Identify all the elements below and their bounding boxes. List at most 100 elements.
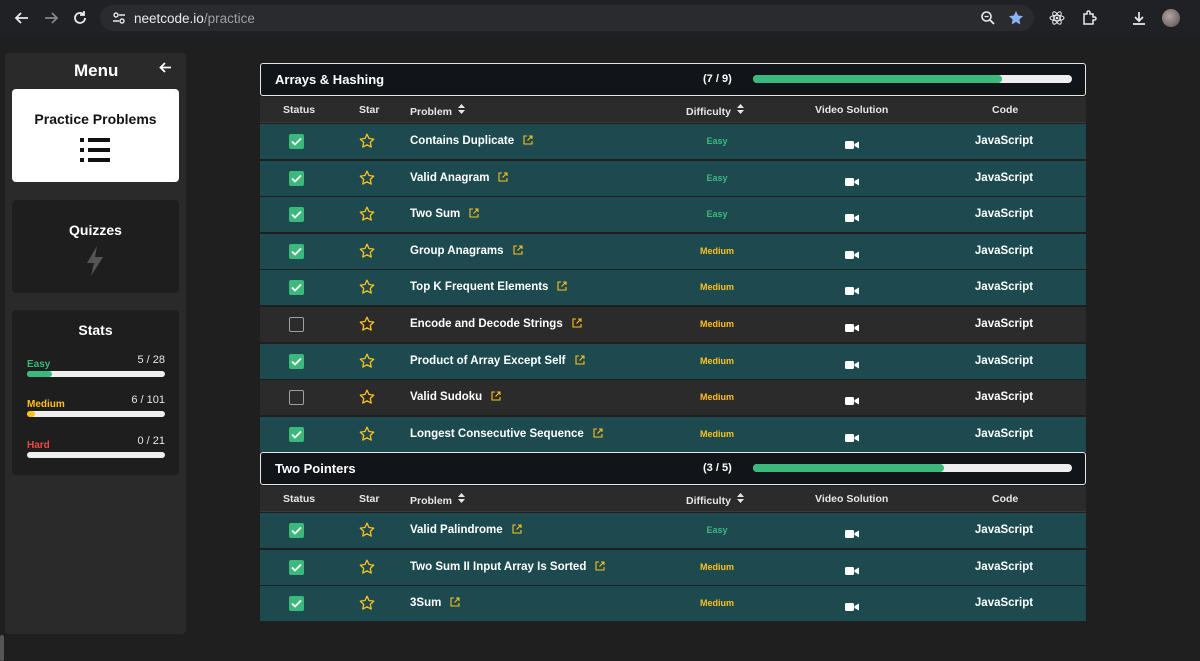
code-link[interactable]: JavaScript xyxy=(960,391,1048,403)
star-icon[interactable] xyxy=(359,170,375,191)
external-link-icon[interactable] xyxy=(574,355,585,368)
code-link[interactable]: JavaScript xyxy=(960,524,1048,536)
sort-icon[interactable] xyxy=(736,493,744,505)
problem-header[interactable]: Problem xyxy=(410,493,466,507)
problem-link[interactable]: Top K Frequent Elements xyxy=(410,281,568,294)
video-camera-icon[interactable] xyxy=(845,563,859,581)
forward-arrow-icon[interactable] xyxy=(37,4,65,32)
problem-link[interactable]: Valid Sudoku xyxy=(410,391,501,404)
site-info-icon[interactable] xyxy=(108,11,130,25)
star-icon[interactable] xyxy=(359,426,375,447)
difficulty-label: Easy xyxy=(706,525,728,535)
download-icon[interactable] xyxy=(1128,7,1150,29)
problem-link[interactable]: Product of Array Except Self xyxy=(410,355,585,368)
problem-header[interactable]: Problem xyxy=(410,104,466,118)
code-link[interactable]: JavaScript xyxy=(960,208,1048,220)
video-camera-icon[interactable] xyxy=(845,247,859,265)
external-link-icon[interactable] xyxy=(469,208,479,221)
collapse-arrow-icon[interactable] xyxy=(159,61,172,79)
section-header[interactable]: Arrays & Hashing (7 / 9) xyxy=(260,63,1086,96)
external-link-icon[interactable] xyxy=(523,135,533,148)
code-link[interactable]: JavaScript xyxy=(960,281,1048,293)
problem-link[interactable]: Valid Anagram xyxy=(410,172,509,185)
external-link-icon[interactable] xyxy=(450,597,460,610)
scrollbar[interactable] xyxy=(0,635,4,661)
star-icon[interactable] xyxy=(359,243,375,264)
problem-link[interactable]: Valid Palindrome xyxy=(410,524,522,537)
react-devtools-icon[interactable] xyxy=(1046,7,1068,29)
problem-row: Two Sum Easy JavaScript xyxy=(260,197,1086,234)
problem-link[interactable]: Encode and Decode Strings xyxy=(410,318,582,331)
problem-link[interactable]: Two Sum II Input Array Is Sorted xyxy=(410,561,605,574)
code-link[interactable]: JavaScript xyxy=(960,135,1048,147)
sort-icon[interactable] xyxy=(458,493,466,505)
external-link-icon[interactable] xyxy=(557,281,568,294)
problem-link[interactable]: Longest Consecutive Sequence xyxy=(410,428,603,441)
status-checkbox[interactable] xyxy=(289,170,304,186)
video-camera-icon[interactable] xyxy=(845,283,859,301)
status-checkbox[interactable] xyxy=(289,523,304,538)
video-camera-icon[interactable] xyxy=(845,430,859,448)
zoom-icon[interactable] xyxy=(978,8,998,28)
status-checkbox[interactable] xyxy=(289,134,304,149)
address-bar[interactable]: neetcode.io/practice xyxy=(100,5,1034,31)
status-checkbox[interactable] xyxy=(289,426,304,442)
video-camera-icon[interactable] xyxy=(845,393,859,411)
status-checkbox[interactable] xyxy=(289,317,304,332)
status-checkbox[interactable] xyxy=(289,559,304,575)
external-link-icon[interactable] xyxy=(593,428,603,441)
external-link-icon[interactable] xyxy=(595,561,605,574)
reload-icon[interactable] xyxy=(66,4,94,32)
video-camera-icon[interactable] xyxy=(845,137,859,155)
video-camera-icon[interactable] xyxy=(845,320,859,338)
star-icon[interactable] xyxy=(359,595,375,616)
star-icon[interactable] xyxy=(359,389,375,410)
external-link-icon[interactable] xyxy=(491,391,501,404)
status-checkbox[interactable] xyxy=(289,596,304,612)
status-checkbox[interactable] xyxy=(289,353,304,369)
back-arrow-icon[interactable] xyxy=(8,4,36,32)
sort-icon[interactable] xyxy=(458,104,466,116)
status-checkbox[interactable] xyxy=(289,207,304,223)
video-camera-icon[interactable] xyxy=(845,357,859,375)
star-icon[interactable] xyxy=(359,206,375,227)
extensions-puzzle-icon[interactable] xyxy=(1078,7,1100,29)
video-camera-icon[interactable] xyxy=(845,599,859,617)
external-link-icon[interactable] xyxy=(512,245,523,258)
difficulty-header[interactable]: Difficulty xyxy=(686,493,744,507)
video-camera-icon[interactable] xyxy=(845,174,859,192)
problem-link[interactable]: Two Sum xyxy=(410,208,479,221)
difficulty-header[interactable]: Difficulty xyxy=(686,104,744,118)
practice-problems-card[interactable]: Practice Problems xyxy=(12,89,179,182)
status-checkbox[interactable] xyxy=(289,280,304,296)
code-link[interactable]: JavaScript xyxy=(960,561,1048,573)
star-icon[interactable] xyxy=(359,316,375,337)
sort-icon[interactable] xyxy=(736,104,744,116)
code-link[interactable]: JavaScript xyxy=(960,597,1048,609)
video-camera-icon[interactable] xyxy=(845,210,859,228)
section-header[interactable]: Two Pointers (3 / 5) xyxy=(260,452,1086,485)
star-icon[interactable] xyxy=(359,353,375,374)
problem-link[interactable]: Contains Duplicate xyxy=(410,135,533,148)
problem-link[interactable]: 3Sum xyxy=(410,597,460,610)
video-camera-icon[interactable] xyxy=(845,526,859,544)
star-icon[interactable] xyxy=(359,522,375,543)
code-link[interactable]: JavaScript xyxy=(960,318,1048,330)
code-link[interactable]: JavaScript xyxy=(960,428,1048,440)
browser-menu-icon[interactable] xyxy=(1192,7,1200,29)
external-link-icon[interactable] xyxy=(512,524,522,537)
external-link-icon[interactable] xyxy=(572,318,582,331)
star-icon[interactable] xyxy=(359,133,375,154)
star-icon[interactable] xyxy=(359,279,375,300)
code-link[interactable]: JavaScript xyxy=(960,355,1048,367)
external-link-icon[interactable] xyxy=(498,172,509,185)
star-icon[interactable] xyxy=(359,559,375,580)
code-link[interactable]: JavaScript xyxy=(960,172,1048,184)
code-link[interactable]: JavaScript xyxy=(960,245,1048,257)
status-checkbox[interactable] xyxy=(289,390,304,406)
problem-link[interactable]: Group Anagrams xyxy=(410,245,523,258)
status-checkbox[interactable] xyxy=(289,243,304,259)
bookmark-star-icon[interactable] xyxy=(1006,8,1026,28)
quizzes-card[interactable]: Quizzes xyxy=(12,200,179,293)
profile-avatar[interactable] xyxy=(1160,7,1182,29)
